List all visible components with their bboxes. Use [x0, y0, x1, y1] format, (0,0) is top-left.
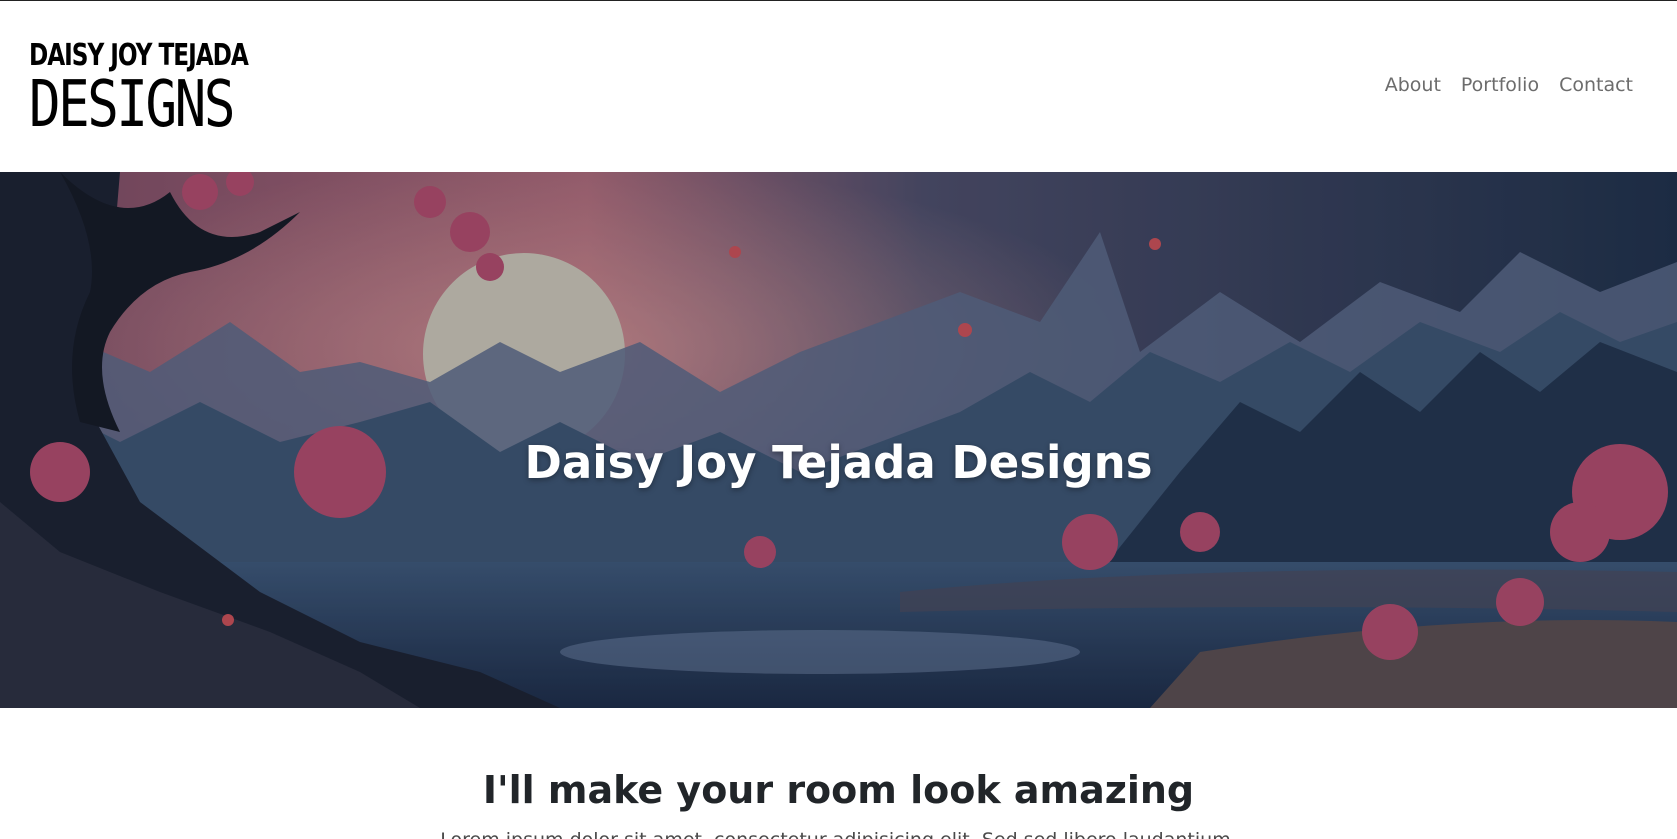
nav-link-about[interactable]: About [1385, 74, 1441, 96]
hero-title: Daisy Joy Tejada Designs [524, 436, 1153, 490]
nav-link-portfolio[interactable]: Portfolio [1461, 74, 1539, 96]
nav-link-contact[interactable]: Contact [1559, 74, 1633, 96]
page: DAISY JOY TEJADA DESIGNS About Portfolio… [0, 0, 1677, 839]
site-header: DAISY JOY TEJADA DESIGNS About Portfolio… [0, 1, 1677, 172]
logo-line-1: DAISY JOY TEJADA [29, 38, 249, 73]
site-logo[interactable]: DAISY JOY TEJADA DESIGNS [29, 38, 269, 142]
hero-banner: Daisy Joy Tejada Designs [0, 172, 1677, 708]
intro-heading: I'll make your room look amazing [482, 768, 1195, 812]
intro-text: Lorem ipsum dolor sit amet, consectetur … [0, 829, 1677, 839]
main-nav: About Portfolio Contact [1385, 74, 1633, 96]
logo-line-2: DESIGNS [29, 68, 235, 142]
